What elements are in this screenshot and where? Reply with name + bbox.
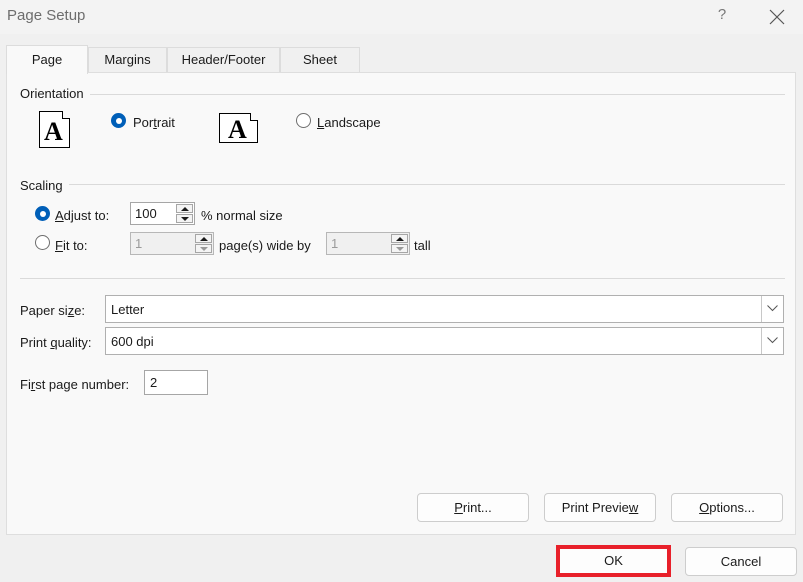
adjust-to-label[interactable]: Adjust to: xyxy=(55,208,109,223)
options-button[interactable]: Options... xyxy=(671,493,783,522)
paper-size-select[interactable]: Letter xyxy=(105,295,784,323)
tab-margins[interactable]: Margins xyxy=(88,47,167,73)
portrait-label[interactable]: Portrait xyxy=(133,115,175,130)
paper-size-dropdown-button[interactable] xyxy=(761,296,783,322)
orientation-divider xyxy=(87,94,785,95)
adjust-to-radio[interactable] xyxy=(35,206,50,221)
tab-sheet[interactable]: Sheet xyxy=(280,47,360,73)
chevron-down-icon xyxy=(767,337,778,344)
adjust-to-down-button[interactable] xyxy=(176,214,193,223)
print-quality-value: 600 dpi xyxy=(111,334,154,349)
print-quality-select[interactable]: 600 dpi xyxy=(105,327,784,355)
arrow-up-icon xyxy=(200,237,208,241)
arrow-down-icon xyxy=(396,247,404,251)
cancel-button[interactable]: Cancel xyxy=(685,547,797,576)
paper-divider xyxy=(20,278,785,279)
chevron-down-icon xyxy=(767,305,778,312)
arrow-up-icon xyxy=(181,207,189,211)
fit-wide-value[interactable]: 1 xyxy=(135,236,142,251)
close-icon xyxy=(769,9,785,25)
arrow-down-icon xyxy=(181,217,189,221)
print-quality-label: Print quality: xyxy=(20,335,92,350)
fit-tall-down-button[interactable] xyxy=(391,244,408,253)
arrow-up-icon xyxy=(396,237,404,241)
tab-header-footer[interactable]: Header/Footer xyxy=(167,47,280,73)
first-page-number-label: First page number: xyxy=(20,377,130,392)
page-tab-panel: Orientation A Portrait A Landscape Scali… xyxy=(6,72,796,535)
fit-wide-spinner[interactable]: 1 xyxy=(130,232,214,255)
landscape-label[interactable]: Landscape xyxy=(317,115,381,130)
portrait-radio[interactable] xyxy=(111,113,126,128)
print-button[interactable]: Print... xyxy=(417,493,529,522)
adjust-to-value[interactable]: 100 xyxy=(135,206,157,221)
fit-tall-spinner[interactable]: 1 xyxy=(326,232,410,255)
fit-wide-down-button[interactable] xyxy=(195,244,212,253)
help-button[interactable]: ? xyxy=(712,6,732,28)
title-bar: Page Setup ? xyxy=(0,0,803,34)
fit-tall-suffix: tall xyxy=(414,238,431,253)
scaling-group-label: Scaling xyxy=(20,178,69,193)
orientation-group-label: Orientation xyxy=(20,86,90,101)
fit-tall-value[interactable]: 1 xyxy=(331,236,338,251)
close-button[interactable] xyxy=(765,5,789,29)
adjust-to-spinner[interactable]: 100 xyxy=(130,202,195,225)
paper-size-value: Letter xyxy=(111,302,145,317)
landscape-page-icon: A xyxy=(219,113,258,143)
paper-size-label: Paper size: xyxy=(20,303,86,318)
ok-button[interactable]: OK xyxy=(556,545,671,577)
adjust-to-up-button[interactable] xyxy=(176,204,193,213)
fit-to-radio[interactable] xyxy=(35,235,50,250)
print-quality-dropdown-button[interactable] xyxy=(761,328,783,354)
fit-to-label[interactable]: Fit to: xyxy=(55,238,88,253)
fit-wide-up-button[interactable] xyxy=(195,234,212,243)
print-preview-button[interactable]: Print Preview xyxy=(544,493,656,522)
portrait-page-icon: A xyxy=(39,111,70,148)
fit-wide-suffix: page(s) wide by xyxy=(219,238,311,253)
landscape-radio[interactable] xyxy=(296,113,311,128)
first-page-number-input[interactable]: 2 xyxy=(144,370,208,395)
scaling-divider xyxy=(67,184,785,185)
dialog-title: Page Setup xyxy=(7,7,86,24)
arrow-down-icon xyxy=(200,247,208,251)
adjust-to-suffix: % normal size xyxy=(201,208,283,223)
tab-page[interactable]: Page xyxy=(6,45,88,74)
fit-tall-up-button[interactable] xyxy=(391,234,408,243)
